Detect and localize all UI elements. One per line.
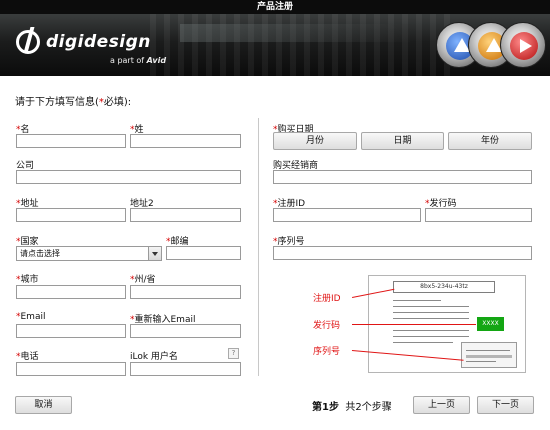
city-label: *城市: [16, 272, 39, 285]
dealer-field[interactable]: [273, 170, 532, 184]
cancel-button[interactable]: 取消: [15, 396, 72, 414]
step-indicator: 第1步 共2个步骤: [312, 398, 392, 413]
serial-field[interactable]: [273, 246, 532, 260]
window-title: 产品注册: [0, 0, 550, 14]
prompt-before: 请于下方填写信息(: [15, 97, 99, 108]
diagram-line: [466, 361, 496, 362]
email-confirm-field[interactable]: [130, 324, 241, 338]
country-select-value: 请点击选择: [20, 249, 60, 258]
diagram-line: [393, 300, 441, 301]
logo-tagline: a part of Avid: [110, 56, 166, 65]
callout-serial: 序列号: [313, 347, 341, 357]
address2-field[interactable]: [130, 208, 241, 222]
label-text: Email: [20, 312, 46, 322]
label-text: 电话: [20, 352, 39, 362]
month-select[interactable]: 月份: [273, 132, 357, 150]
address-field[interactable]: [16, 208, 126, 222]
brand-banner: digidesign a part of Avid: [0, 14, 550, 76]
first-name-field[interactable]: [16, 134, 126, 148]
diagram-line: [393, 336, 469, 337]
diagram-serial-box: [461, 342, 517, 368]
tagline-brand: Avid: [146, 56, 167, 65]
label-text: 州/省: [134, 275, 156, 285]
state-field[interactable]: [130, 285, 241, 299]
step-total: 共2个步骤: [345, 402, 392, 413]
next-button[interactable]: 下一页: [477, 396, 534, 414]
country-select[interactable]: 请点击选择: [16, 246, 162, 261]
logo-text: digidesign: [46, 32, 151, 52]
diagram-line: [393, 330, 469, 331]
email-label: *Email: [16, 312, 45, 322]
diagram-line: [393, 306, 469, 307]
callout-line-issue-code: [352, 324, 476, 325]
diagram-code: 8bx5-234u-43tz: [393, 281, 495, 293]
tagline-prefix: a part of: [110, 56, 145, 65]
last-name-field[interactable]: [130, 134, 241, 148]
phone-label: *电话: [16, 349, 39, 362]
previous-button[interactable]: 上一页: [413, 396, 470, 414]
play-product-icon: [500, 22, 546, 68]
prompt-after: 必填):: [103, 97, 132, 108]
postal-code-field[interactable]: [166, 246, 241, 260]
diagram-line: [393, 318, 469, 319]
day-select[interactable]: 日期: [361, 132, 444, 150]
diagram-line: [393, 342, 453, 343]
state-label: *州/省: [130, 272, 156, 285]
year-select[interactable]: 年份: [448, 132, 532, 150]
company-field[interactable]: [16, 170, 241, 184]
phone-field[interactable]: [16, 362, 126, 376]
diagram-line: [466, 350, 510, 351]
play-glyph-icon: [510, 32, 538, 60]
label-text: 城市: [20, 275, 39, 285]
digidesign-mark-icon: [16, 30, 40, 54]
issue-code-field[interactable]: [425, 208, 532, 222]
chevron-down-icon[interactable]: [148, 247, 161, 260]
email-field[interactable]: [16, 324, 126, 338]
city-field[interactable]: [16, 285, 126, 299]
diagram-line: [393, 312, 469, 313]
ilok-user-field[interactable]: [130, 362, 241, 376]
form-prompt: 请于下方填写信息(*必填):: [15, 93, 131, 108]
registration-id-field[interactable]: [273, 208, 421, 222]
callout-registration-id: 注册ID: [313, 294, 341, 304]
diagram-issue-code-box: XXXX: [477, 317, 504, 331]
callout-issue-code: 发行码: [313, 321, 341, 331]
step-current: 第1步: [312, 402, 339, 413]
diagram-serial-bar: [466, 355, 512, 358]
help-icon[interactable]: ?: [228, 348, 239, 359]
ilok-user-label: iLok 用户名: [130, 352, 178, 362]
column-divider: [258, 118, 259, 376]
banner-console-detail: [180, 24, 410, 42]
